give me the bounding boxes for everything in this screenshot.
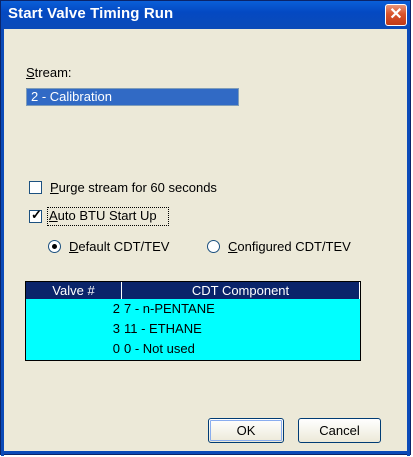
component-cell: 0 - Not used (124, 341, 195, 356)
cancel-label: Cancel (319, 423, 360, 438)
dialog-window: Start Valve Timing Run ✕ Stream: 2 - Cal… (0, 0, 411, 456)
purge-label[interactable]: Purge stream for 60 seconds (50, 180, 217, 195)
default-cdt-rest: efault CDT/TEV (78, 239, 170, 254)
table-row[interactable]: 0 0 - Not used (26, 339, 360, 359)
auto-btu-label-mnemonic: A (49, 208, 58, 223)
table-header: Valve # CDT Component (26, 282, 360, 299)
auto-btu-checkbox[interactable]: ✓ (29, 207, 42, 223)
purge-label-rest: urge stream for 60 seconds (58, 180, 217, 195)
stream-value: 2 - Calibration (31, 89, 112, 104)
configured-cdt-label[interactable]: Configured CDT/TEV (228, 239, 351, 254)
window-frame-left (1, 29, 4, 456)
component-cell: 11 - ETHANE (124, 321, 202, 336)
default-cdt-label[interactable]: Default CDT/TEV (69, 239, 169, 254)
configured-cdt-rest: onfigured CDT/TEV (237, 239, 351, 254)
radio-selected-dot (52, 244, 57, 249)
default-cdt-radio[interactable] (48, 240, 61, 253)
column-header-component[interactable]: CDT Component (122, 282, 360, 299)
cdt-table[interactable]: Valve # CDT Component 2 7 - n-PENTANE 3 … (25, 281, 361, 361)
window-title: Start Valve Timing Run (8, 5, 174, 22)
ok-label: OK (236, 423, 256, 438)
stream-label-mnemonic: S (26, 65, 35, 80)
component-cell: 7 - n-PENTANE (124, 301, 215, 316)
stream-label-rest: tream: (34, 65, 72, 80)
valve-cell: 3 (112, 321, 120, 336)
stream-label: Stream: (26, 65, 72, 80)
valve-cell: 0 (112, 341, 120, 356)
window-frame-bottom (1, 451, 410, 454)
auto-btu-label[interactable]: Auto BTU Start Up (49, 208, 157, 223)
stream-select[interactable]: 2 - Calibration (26, 88, 239, 106)
close-icon: ✕ (389, 6, 403, 23)
default-cdt-mnemonic: D (69, 239, 79, 254)
table-row[interactable]: 3 11 - ETHANE (26, 319, 360, 339)
cancel-button[interactable]: Cancel (298, 418, 381, 443)
window-frame-right (407, 29, 410, 456)
auto-btu-label-rest: uto BTU Start Up (57, 208, 157, 223)
valve-cell: 2 (112, 301, 120, 316)
close-button[interactable]: ✕ (385, 4, 407, 26)
purge-checkbox[interactable] (29, 181, 42, 194)
table-row[interactable]: 2 7 - n-PENTANE (26, 299, 360, 319)
purge-label-mnemonic: P (50, 180, 59, 195)
configured-cdt-radio[interactable] (207, 240, 220, 253)
check-icon: ✓ (31, 207, 42, 222)
column-header-valve[interactable]: Valve # (26, 282, 122, 299)
title-bar[interactable]: Start Valve Timing Run ✕ (1, 1, 410, 29)
configured-cdt-mnemonic: C (228, 239, 238, 254)
ok-button[interactable]: OK (208, 418, 284, 443)
